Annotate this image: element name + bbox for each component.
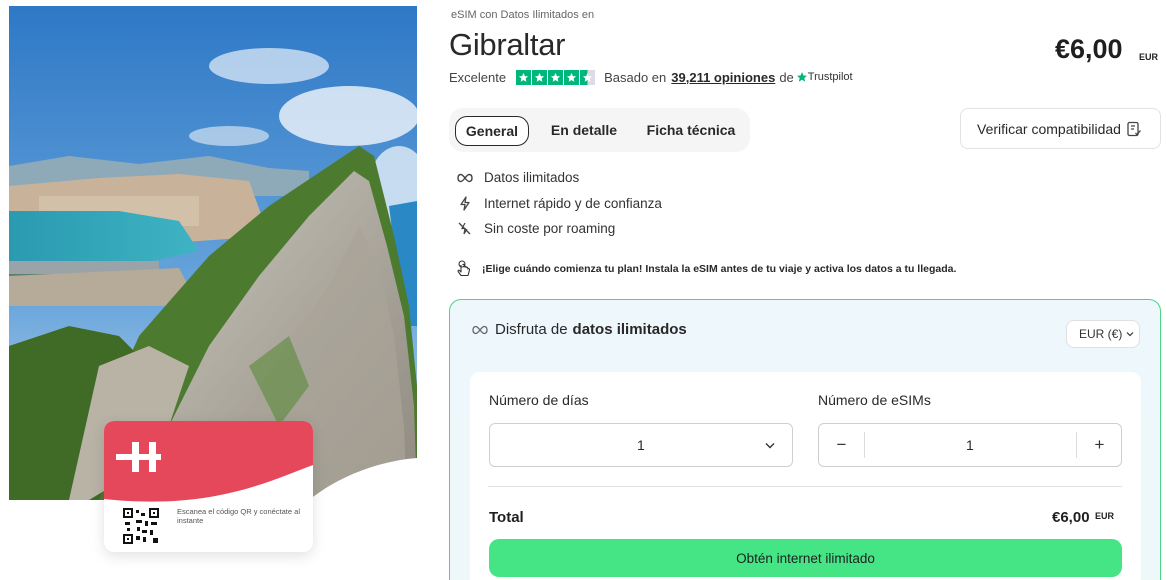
- plan-title: Disfruta de datos ilimitados: [472, 321, 687, 338]
- no-roaming-icon: [458, 222, 471, 235]
- rating-stars: [516, 69, 596, 85]
- verify-compatibility-button[interactable]: Verificar compatibilidad: [960, 108, 1161, 149]
- currency-select[interactable]: EUR (€): [1066, 320, 1140, 348]
- rating-based-on: Basado en: [604, 69, 667, 85]
- qr-code-icon: [123, 508, 159, 544]
- infinity-icon: [456, 173, 473, 182]
- total-label: Total: [489, 509, 524, 526]
- esim-card: Escanea el código QR y conéctate al inst…: [104, 421, 313, 552]
- plan-box: Disfruta de datos ilimitados EUR (€) Núm…: [449, 299, 1161, 580]
- plan-start-note: ¡Elige cuándo comienza tu plan! Instala …: [456, 260, 956, 278]
- feature-label: Internet rápido y de confianza: [484, 195, 662, 211]
- page-subtitle: eSIM con Datos Ilimitados en: [451, 9, 595, 21]
- lightning-icon: [459, 196, 470, 211]
- feature-list: Datos ilimitados Internet rápido y de co…: [456, 165, 662, 242]
- increment-button[interactable]: +: [1077, 424, 1122, 466]
- star-icon: [516, 69, 532, 85]
- feature-label: Sin coste por roaming: [484, 221, 616, 237]
- trustpilot-star-icon: [796, 72, 807, 82]
- trustpilot-logo: Trustpilot: [796, 71, 853, 83]
- esims-label: Número de eSIMs: [818, 392, 931, 408]
- tap-hand-icon: [457, 260, 471, 277]
- currency-value: EUR (€): [1079, 327, 1123, 341]
- plan-form: Número de días Número de eSIMs 1 − 1 + T…: [470, 372, 1141, 580]
- feature-item: Datos ilimitados: [456, 165, 662, 191]
- decrement-button[interactable]: −: [819, 424, 864, 466]
- rating-de: de: [779, 69, 794, 85]
- esims-value[interactable]: 1: [966, 437, 974, 453]
- page-title: Gibraltar: [449, 27, 566, 62]
- star-half-icon: [580, 69, 596, 85]
- rating-row: Excelente Basado en 39,211 opiniones de …: [449, 68, 853, 86]
- checklist-icon: [1127, 121, 1141, 137]
- days-select[interactable]: 1: [489, 423, 793, 467]
- plan-title-prefix: Disfruta de: [495, 321, 568, 338]
- infinity-icon: [472, 325, 488, 334]
- star-icon: [548, 69, 564, 85]
- tab-en-detalle[interactable]: En detalle: [543, 116, 625, 146]
- total-value: €6,00: [1052, 509, 1090, 526]
- card-caption: Escanea el código QR y conéctate al inst…: [177, 507, 300, 525]
- price: €6,00: [1055, 34, 1123, 64]
- star-icon: [532, 69, 548, 85]
- tab-bar: General En detalle Ficha técnica: [449, 108, 750, 152]
- feature-item: Sin coste por roaming: [456, 216, 662, 242]
- chevron-down-icon: [765, 443, 775, 449]
- feature-label: Datos ilimitados: [484, 170, 580, 186]
- divider: [488, 486, 1122, 487]
- esims-quantity-stepper: − 1 +: [818, 423, 1122, 467]
- get-unlimited-internet-button[interactable]: Obtén internet ilimitado: [489, 539, 1122, 577]
- chevron-down-icon: [1126, 332, 1134, 337]
- reviews-link[interactable]: 39,211 opiniones: [671, 70, 775, 85]
- price-currency: EUR: [1139, 52, 1159, 62]
- star-icon: [564, 69, 580, 85]
- days-value: 1: [637, 437, 645, 453]
- verify-label: Verificar compatibilidad: [977, 120, 1121, 137]
- brand-logo: [104, 421, 313, 502]
- days-label: Número de días: [489, 392, 589, 408]
- plan-title-bold: datos ilimitados: [572, 321, 687, 338]
- rating-label: Excelente: [449, 69, 507, 85]
- tab-general[interactable]: General: [455, 116, 529, 146]
- note-text: ¡Elige cuándo comienza tu plan! Instala …: [482, 263, 957, 275]
- trustpilot-brand: Trustpilot: [807, 71, 853, 83]
- feature-item: Internet rápido y de confianza: [456, 191, 662, 217]
- tab-ficha-tecnica[interactable]: Ficha técnica: [641, 116, 741, 146]
- total-currency: EUR: [1095, 511, 1115, 521]
- stepper-divider: [864, 432, 865, 458]
